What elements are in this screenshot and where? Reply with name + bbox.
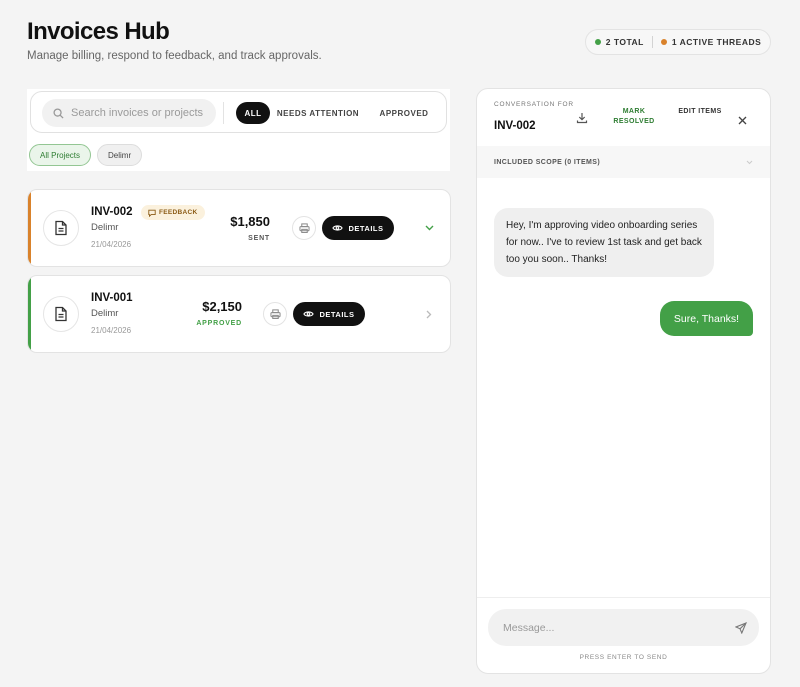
conversation-label: CONVERSATION FOR — [494, 101, 574, 108]
invoice-status: APPROVED — [196, 320, 242, 327]
scope-label: INCLUDED SCOPE (0 ITEMS) — [494, 158, 601, 166]
stats-pill: 2 TOTAL 1 ACTIVE THREADS — [585, 29, 771, 55]
composer-divider — [477, 597, 770, 598]
invoice-card-inv-002[interactable]: INV-002 FEEDBACK Delimr 21/04/2026 $1,85… — [27, 189, 451, 267]
eye-icon — [332, 225, 344, 231]
included-scope-toggle[interactable]: INCLUDED SCOPE (0 ITEMS) — [477, 146, 770, 178]
status-stripe — [28, 276, 31, 352]
tab-all[interactable]: ALL — [236, 102, 270, 124]
filter-area: ALL NEEDS ATTENTION APPROVED All Project… — [27, 89, 450, 171]
stat-threads: 1 ACTIVE THREADS — [660, 37, 762, 47]
search-input[interactable] — [71, 107, 203, 119]
invoice-status: SENT — [248, 235, 270, 242]
document-icon — [43, 296, 79, 332]
tab-needs-attention[interactable]: NEEDS ATTENTION — [276, 102, 360, 124]
invoice-amount: $2,150 — [202, 299, 242, 314]
download-icon[interactable] — [576, 111, 588, 129]
print-button[interactable] — [263, 302, 287, 326]
page-subtitle: Manage billing, respond to feedback, and… — [27, 50, 322, 62]
search-box[interactable] — [42, 99, 216, 127]
invoice-id: INV-002 — [91, 206, 133, 218]
printer-icon — [269, 309, 281, 319]
message-input[interactable] — [503, 621, 713, 634]
threads-dot — [660, 39, 667, 45]
close-icon[interactable] — [738, 112, 747, 130]
message-incoming: Hey, I'm approving video onboarding seri… — [494, 208, 714, 277]
invoice-amount: $1,850 — [230, 214, 270, 229]
comment-icon — [148, 209, 156, 217]
chevron-right-icon[interactable] — [423, 308, 435, 320]
tab-approved[interactable]: APPROVED — [371, 102, 437, 124]
conversation-invoice-id: INV-002 — [494, 120, 536, 132]
invoice-id: INV-001 — [91, 292, 133, 304]
invoice-client: Delimr — [91, 308, 119, 319]
page-title: Invoices Hub — [27, 18, 170, 45]
invoice-date: 21/04/2026 — [91, 240, 132, 249]
filter-divider — [223, 102, 224, 124]
conversation-panel: CONVERSATION FOR INV-002 MARK RESOLVED E… — [476, 88, 771, 674]
invoice-client: Delimr — [91, 222, 119, 233]
search-icon — [53, 107, 64, 119]
mark-resolved-button[interactable]: MARK RESOLVED — [606, 107, 662, 127]
invoice-card-inv-001[interactable]: INV-001 Delimr 21/04/2026 $2,150 APPROVE… — [27, 275, 451, 353]
details-button[interactable]: DETAILS — [293, 302, 365, 326]
chevron-down-icon — [746, 160, 753, 164]
stat-total-label: 2 TOTAL — [605, 37, 644, 47]
details-label: DETAILS — [319, 309, 355, 319]
send-icon[interactable] — [734, 621, 748, 639]
document-icon — [43, 210, 79, 246]
stat-threads-label: 1 ACTIVE THREADS — [671, 37, 762, 47]
chevron-down-icon[interactable] — [423, 222, 435, 234]
printer-icon — [298, 223, 310, 233]
message-composer[interactable] — [488, 609, 759, 646]
message-outgoing: Sure, Thanks! — [660, 301, 753, 336]
eye-icon — [303, 311, 315, 317]
chip-all-projects[interactable]: All Projects — [29, 144, 92, 166]
status-stripe — [28, 190, 31, 266]
chip-delimr[interactable]: Delimr — [97, 144, 143, 166]
stats-divider — [651, 36, 653, 48]
filter-bar: ALL NEEDS ATTENTION APPROVED — [30, 91, 447, 133]
message-list: Hey, I'm approving video onboarding seri… — [477, 178, 770, 596]
details-button[interactable]: DETAILS — [322, 216, 394, 240]
total-dot — [594, 39, 601, 45]
stat-total: 2 TOTAL — [594, 37, 644, 47]
send-hint: PRESS ENTER TO SEND — [579, 654, 668, 661]
details-label: DETAILS — [348, 223, 384, 233]
badge-label: FEEDBACK — [159, 209, 198, 216]
edit-items-button[interactable]: EDIT ITEMS — [676, 107, 724, 117]
feedback-badge: FEEDBACK — [141, 205, 205, 220]
invoice-date: 21/04/2026 — [91, 326, 132, 335]
print-button[interactable] — [292, 216, 316, 240]
